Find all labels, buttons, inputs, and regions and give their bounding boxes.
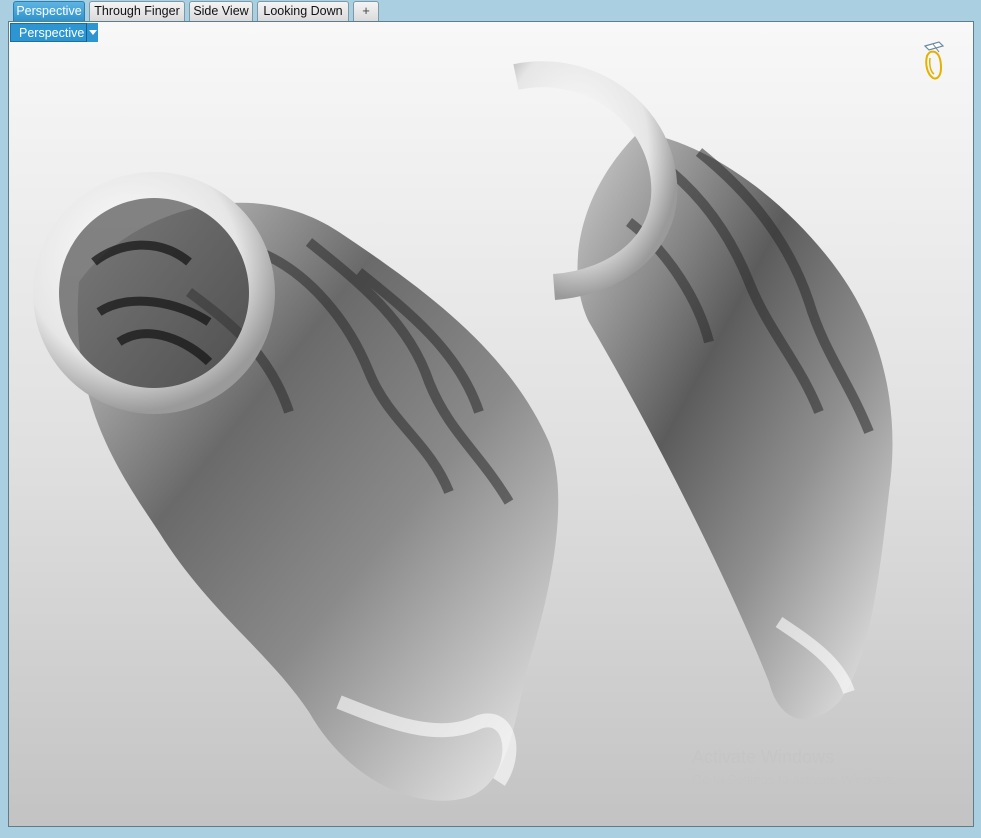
3d-model-scene[interactable] [9, 22, 974, 827]
tab-through-finger[interactable]: Through Finger [89, 1, 185, 21]
perspective-viewport[interactable]: Perspective Activate Windows Go to Setti… [8, 21, 974, 827]
add-tab-button[interactable]: + [353, 1, 379, 21]
ring-opening-left [59, 198, 249, 388]
viewport-menu-dropdown-icon[interactable] [86, 23, 98, 42]
activation-watermark-subtitle: Go to Settings to activate Windows. [692, 772, 898, 787]
viewport-tab-bar: Perspective Through Finger Side View Loo… [0, 0, 981, 21]
tab-looking-down[interactable]: Looking Down [257, 1, 349, 21]
finger-body-right [577, 132, 893, 720]
viewport-title[interactable]: Perspective [10, 23, 98, 42]
tab-perspective[interactable]: Perspective [13, 1, 85, 21]
gumball-widget-icon[interactable] [919, 36, 949, 82]
finger-model-right[interactable] [513, 61, 893, 720]
finger-model-left[interactable] [33, 172, 559, 801]
activation-watermark-title: Activate Windows [692, 747, 835, 767]
viewport-frame: Perspective Activate Windows Go to Setti… [0, 21, 981, 838]
tab-side-view[interactable]: Side View [189, 1, 253, 21]
